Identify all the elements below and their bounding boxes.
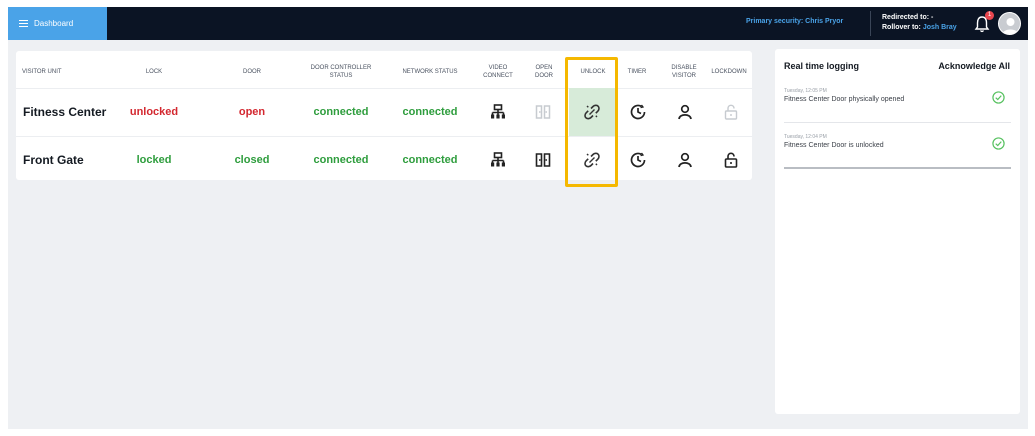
padlock-icon (724, 104, 738, 120)
column-header-video-connect: VIDEO CONNECT (483, 65, 513, 79)
check-circle-icon[interactable] (992, 91, 1005, 104)
column-header-lock: LOCK (145, 69, 163, 75)
primary-security-text: Primary security: Chris Pryor (746, 18, 844, 25)
dashboard-button[interactable]: Dashboard (8, 7, 107, 40)
unlock-column-highlight (565, 57, 618, 187)
top-bar: Dashboard Primary security: Chris Pryor … (8, 7, 1028, 40)
column-header-visitor-unit: VISITOR UNIT (22, 69, 62, 75)
log-timestamp: Tuesday, 12:05 PM (784, 88, 827, 94)
column-header-door: DOOR (243, 69, 261, 75)
rollover-value[interactable]: Josh Bray (923, 24, 957, 31)
real-time-logging-panel: Real time logging Acknowledge All Tuesda… (775, 49, 1020, 414)
door-status: open (238, 106, 266, 118)
column-header-lockdown: LOCKDOWN (711, 69, 747, 75)
column-header-disable-visitor: DISABLE VISITOR (671, 65, 697, 79)
user-icon[interactable] (677, 104, 693, 120)
log-message: Fitness Center Door is unlocked (784, 142, 884, 149)
visitor-units-table: VISITOR UNIT LOCK DOOR DOOR CONTROLLER S… (16, 51, 752, 187)
redirect-info: Redirected to: - Rollover to: Josh Bray (882, 13, 957, 33)
column-header-network-status: NETWORK STATUS (402, 69, 458, 75)
menu-icon (19, 20, 28, 27)
divider (870, 11, 871, 36)
network-status: connected (402, 106, 458, 118)
door-icon (535, 105, 551, 119)
log-entry: Tuesday, 12:05 PM Fitness Center Door ph… (784, 85, 1011, 123)
column-header-timer: TIMER (627, 69, 647, 75)
padlock-icon[interactable] (723, 152, 739, 168)
check-circle-icon[interactable] (992, 137, 1005, 150)
header-divider (16, 88, 752, 89)
controller-status: connected (313, 106, 369, 118)
app-frame: Dashboard Primary security: Chris Pryor … (8, 7, 1028, 429)
door-status: closed (234, 154, 270, 166)
log-message: Fitness Center Door physically opened (784, 96, 905, 103)
network-icon[interactable] (490, 152, 506, 168)
network-status: connected (402, 154, 458, 166)
notification-badge: 1 (985, 11, 994, 20)
visitor-unit-name: Front Gate (23, 153, 84, 167)
rollover-label: Rollover to: (882, 24, 921, 31)
lock-status: unlocked (129, 106, 179, 118)
dashboard-label: Dashboard (34, 19, 74, 28)
avatar[interactable] (998, 12, 1021, 35)
log-title: Real time logging (784, 61, 860, 71)
clock-icon[interactable] (630, 152, 646, 168)
column-header-door-controller-status: DOOR CONTROLLER STATUS (310, 65, 372, 79)
redirected-label: Redirected to: (882, 14, 930, 21)
acknowledge-all-button[interactable]: Acknowledge All (938, 61, 1010, 71)
lock-status: locked (136, 154, 172, 166)
column-header-open-door: OPEN DOOR (535, 65, 553, 79)
network-icon[interactable] (490, 104, 506, 120)
controller-status: connected (313, 154, 369, 166)
clock-icon[interactable] (630, 104, 646, 120)
user-avatar-icon (1002, 18, 1019, 34)
row-divider (16, 136, 752, 137)
user-icon[interactable] (677, 152, 693, 168)
log-entry: Tuesday, 12:04 PM Fitness Center Door is… (784, 131, 1011, 169)
door-icon[interactable] (535, 152, 551, 168)
visitor-unit-name: Fitness Center (23, 105, 107, 119)
redirected-value: - (931, 14, 934, 21)
log-timestamp: Tuesday, 12:04 PM (784, 134, 827, 140)
